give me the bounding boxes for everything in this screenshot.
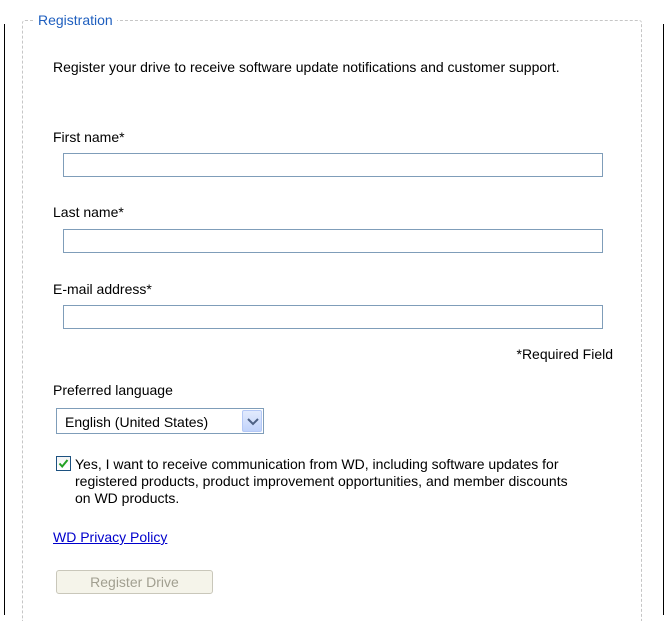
window-right-border bbox=[663, 24, 664, 615]
email-input[interactable] bbox=[63, 305, 603, 329]
last-name-input[interactable] bbox=[63, 229, 603, 253]
communication-consent-text: Yes, I want to receive communication fro… bbox=[75, 456, 568, 506]
language-dropdown-button[interactable] bbox=[242, 410, 262, 432]
register-drive-button[interactable]: Register Drive bbox=[56, 570, 213, 594]
registration-intro: Register your drive to receive software … bbox=[53, 59, 560, 75]
language-selected-value: English (United States) bbox=[65, 414, 209, 430]
window-left-border bbox=[4, 24, 5, 615]
registration-legend: Registration bbox=[34, 10, 117, 30]
communication-checkbox[interactable] bbox=[56, 456, 71, 471]
privacy-policy-link[interactable]: WD Privacy Policy bbox=[53, 528, 167, 546]
registration-window: Registration Register your drive to rece… bbox=[0, 0, 668, 621]
language-label: Preferred language bbox=[53, 382, 173, 398]
email-label: E-mail address* bbox=[53, 281, 152, 297]
checkmark-icon bbox=[58, 459, 69, 469]
chevron-down-icon bbox=[247, 418, 259, 426]
required-field-note: *Required Field bbox=[516, 346, 614, 362]
first-name-input[interactable] bbox=[63, 153, 603, 177]
last-name-label: Last name* bbox=[53, 204, 124, 220]
language-select[interactable]: English (United States) bbox=[56, 408, 264, 434]
first-name-label: First name* bbox=[53, 129, 125, 145]
